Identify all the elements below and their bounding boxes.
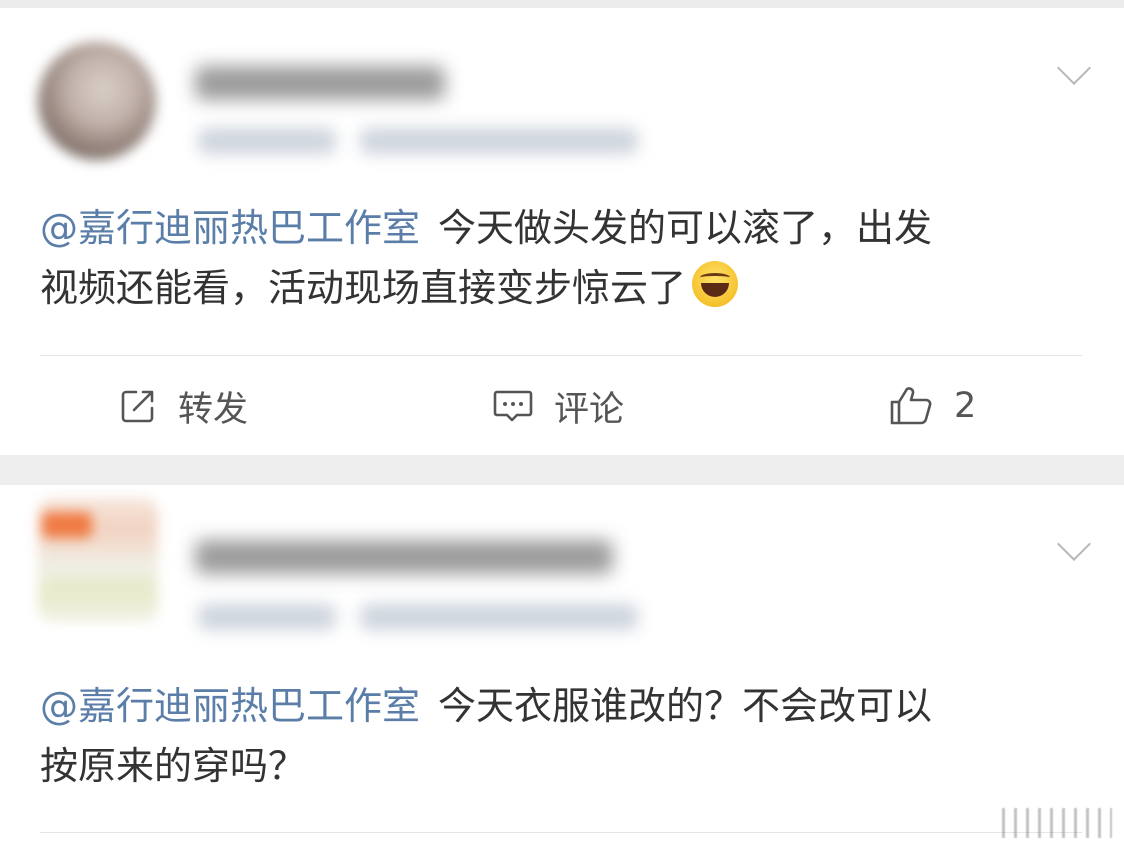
source-blurred bbox=[360, 604, 638, 630]
repost-label: 转发 bbox=[178, 389, 249, 430]
mention-link[interactable]: @嘉行迪丽热巴工作室 bbox=[40, 206, 420, 250]
comment-body: @嘉行迪丽热巴工作室 今天做头发的可以滚了，出发 视频还能看，活动现场直接变步惊云… bbox=[40, 198, 1100, 318]
repost-icon bbox=[121, 390, 154, 423]
avatar[interactable] bbox=[38, 42, 156, 160]
watermark bbox=[1002, 808, 1112, 838]
avatar[interactable] bbox=[38, 498, 158, 622]
comment-icon bbox=[493, 390, 533, 422]
post-separator bbox=[0, 455, 1124, 485]
like-button[interactable]: 2 bbox=[888, 378, 976, 434]
username-blurred[interactable] bbox=[195, 66, 445, 100]
comment-text-line1: 今天衣服谁改的？不会改可以 bbox=[438, 684, 933, 728]
like-count: 2 bbox=[954, 386, 977, 426]
divider bbox=[40, 355, 1082, 356]
repost-button[interactable]: 转发 bbox=[118, 378, 248, 434]
thumbs-up-icon bbox=[890, 387, 932, 425]
comment-text-line2: 按原来的穿吗？ bbox=[40, 744, 307, 788]
comment-text-line1: 今天做头发的可以滚了，出发 bbox=[438, 206, 933, 250]
username-blurred[interactable] bbox=[195, 540, 613, 574]
laughing-crying-emoji-icon bbox=[692, 261, 739, 307]
comment-text-line2: 视频还能看，活动现场直接变步惊云了 bbox=[40, 266, 687, 310]
divider bbox=[40, 832, 1082, 833]
mention-link[interactable]: @嘉行迪丽热巴工作室 bbox=[40, 684, 420, 728]
top-strip bbox=[0, 0, 1124, 8]
timestamp-blurred bbox=[198, 604, 336, 630]
comment-label: 评论 bbox=[554, 389, 625, 430]
source-blurred bbox=[360, 128, 638, 154]
comment-button[interactable]: 评论 bbox=[492, 378, 624, 434]
timestamp-blurred bbox=[198, 128, 336, 154]
comment-body: @嘉行迪丽热巴工作室 今天衣服谁改的？不会改可以 按原来的穿吗？ bbox=[40, 676, 1100, 796]
